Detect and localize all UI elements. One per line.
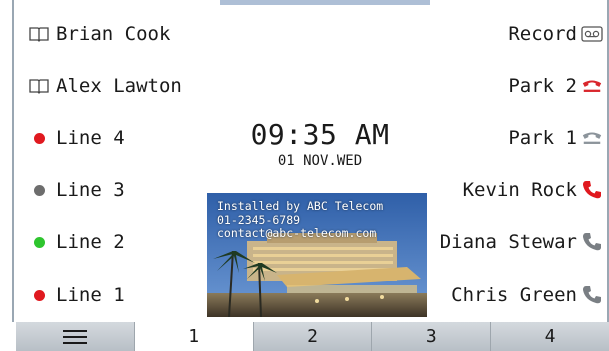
line-key-chris-green[interactable]: Chris Green (451, 277, 603, 313)
voicemail-record-icon (581, 23, 603, 45)
line-key-label: Park 1 (508, 127, 577, 149)
line-key-line-3[interactable]: Line 3 (28, 172, 125, 208)
line-key-label: Park 2 (508, 75, 577, 97)
line-key-brian-cook[interactable]: Brian Cook (28, 16, 170, 52)
ad-line-installer: Installed by ABC Telecom (217, 199, 384, 213)
book-icon (28, 75, 50, 97)
handset-red-icon (581, 179, 603, 201)
tab-menu[interactable] (16, 322, 134, 351)
line-key-label: Alex Lawton (56, 75, 182, 97)
ad-line-email: contact@abc-telecom.com (217, 226, 377, 240)
status-dot-red-icon (28, 284, 50, 306)
ad-text: Installed by ABC Telecom 01-2345-6789 co… (217, 199, 384, 241)
tab-page-4[interactable]: 4 (490, 322, 609, 351)
line-key-label: Kevin Rock (462, 179, 577, 201)
park-handset-red-icon (581, 75, 603, 97)
left-border (12, 0, 14, 322)
line-key-line-4[interactable]: Line 4 (28, 120, 125, 156)
phone-screen: Brian Cook Alex Lawton Line 4 Line 3 Lin… (0, 0, 609, 351)
book-icon (28, 23, 50, 45)
line-key-label: Line 4 (56, 127, 125, 149)
top-strip (220, 0, 430, 5)
line-key-alex-lawton[interactable]: Alex Lawton (28, 68, 182, 104)
handset-gray-icon (581, 231, 603, 253)
tab-page-1[interactable]: 1 (133, 322, 253, 351)
line-key-park-1[interactable]: Park 1 (508, 120, 603, 156)
line-key-label: Record (508, 23, 577, 45)
line-key-label: Line 1 (56, 284, 125, 306)
line-key-label: Chris Green (451, 284, 577, 306)
park-handset-gray-icon (581, 127, 603, 149)
line-key-kevin-rock[interactable]: Kevin Rock (463, 172, 603, 208)
status-dot-green-icon (28, 231, 50, 253)
line-key-record[interactable]: Record (508, 16, 603, 52)
line-key-diana-stewar[interactable]: Diana Stewar (440, 224, 603, 260)
status-dot-gray-icon (28, 179, 50, 201)
page-tab-bar: 1 2 3 4 (16, 322, 609, 351)
tab-page-3[interactable]: 3 (371, 322, 491, 351)
ad-line-phone: 01-2345-6789 (217, 212, 301, 227)
installer-ad-image: Installed by ABC Telecom 01-2345-6789 co… (207, 193, 427, 317)
line-key-line-1[interactable]: Line 1 (28, 277, 125, 313)
line-key-park-2[interactable]: Park 2 (508, 68, 603, 104)
clock-time: 09:35 AM (250, 118, 390, 151)
line-key-line-2[interactable]: Line 2 (28, 224, 125, 260)
tab-page-2[interactable]: 2 (252, 322, 372, 351)
clock-date: 01 NOV.WED (277, 153, 363, 169)
status-dot-red-icon (28, 127, 50, 149)
line-key-label: Brian Cook (56, 23, 171, 45)
line-key-label: Diana Stewar (439, 231, 577, 253)
menu-icon (62, 329, 87, 344)
handset-gray-icon (581, 284, 603, 306)
line-key-label: Line 2 (56, 231, 125, 253)
line-key-label: Line 3 (56, 179, 125, 201)
